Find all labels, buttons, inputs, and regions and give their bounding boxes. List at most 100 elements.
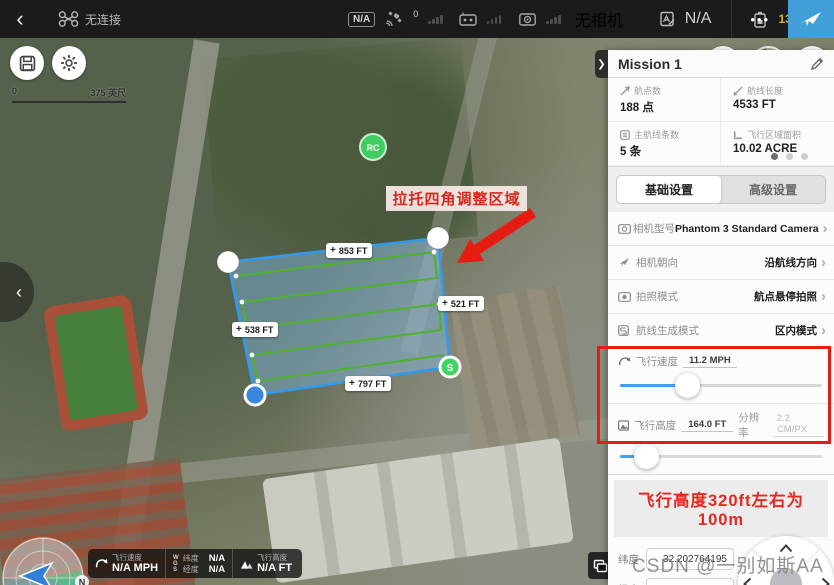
camera-icon xyxy=(519,13,536,26)
cross-icon: + xyxy=(236,324,242,335)
settings-rows: 相机型号 Phantom 3 Standard Camera › 相机朝向 沿航… xyxy=(608,212,834,585)
nudge-dpad xyxy=(738,536,834,585)
speed-value-field[interactable]: 11.2 MPH xyxy=(683,355,737,368)
resolution-value: 2.2 CM/PX xyxy=(773,413,824,437)
stat-route-length: 航线长度 4533 FT xyxy=(721,78,834,122)
annotation-drag-corners: 拉托四角调整区域 xyxy=(386,186,527,211)
altitude-slider-thumb[interactable] xyxy=(634,444,659,469)
app-window: S RC + 853 FT + 521 FT + 538 FT + 797 FT… xyxy=(0,0,834,585)
chevron-left-icon xyxy=(743,577,752,585)
satellite-icon xyxy=(385,11,403,27)
connection-status-label: 无连接 xyxy=(85,11,121,28)
annotation-arrow xyxy=(457,208,536,263)
remote-controller-icon xyxy=(459,12,477,26)
stats-page-dots[interactable] xyxy=(771,153,808,160)
chevron-right-icon: ❯ xyxy=(597,59,605,70)
aircraft-connection: 无连接 xyxy=(58,10,121,28)
svg-text:N: N xyxy=(79,578,86,585)
camera-signal-bars xyxy=(546,14,561,24)
nudge-up-button[interactable] xyxy=(779,540,793,558)
edge-length-right: + 521 FT xyxy=(438,296,484,311)
airplane-icon xyxy=(799,9,823,29)
more-menu-button[interactable]: ••• xyxy=(731,0,788,38)
gps-count: 0 xyxy=(413,9,418,19)
flight-altitude-icon xyxy=(618,420,629,431)
corner-handle-top-right[interactable] xyxy=(427,227,449,249)
altitude-slider[interactable] xyxy=(620,444,822,470)
chevron-right-icon xyxy=(821,577,830,585)
route-length-icon xyxy=(733,86,743,96)
cross-icon: + xyxy=(349,378,355,389)
map-settings-button[interactable] xyxy=(52,46,86,80)
settings-tabs: 基础设置 高级设置 xyxy=(616,175,826,204)
wgs-label: WG S xyxy=(173,555,179,573)
chevron-right-icon: › xyxy=(823,220,828,237)
tab-basic-settings[interactable]: 基础设置 xyxy=(617,176,721,203)
camera-icon xyxy=(618,224,631,234)
flight-speed-icon xyxy=(618,356,631,368)
start-marker-label: S xyxy=(447,363,454,374)
back-button[interactable]: ‹ xyxy=(0,0,40,38)
longitude-label: 经度 xyxy=(618,582,646,585)
row-camera-model[interactable]: 相机型号 Phantom 3 Standard Camera › xyxy=(608,212,834,246)
edge-length-left: + 538 FT xyxy=(232,322,278,337)
photo-mode-icon xyxy=(618,292,631,302)
status-bar: ‹ 无连接 N/A 0 xyxy=(0,0,834,38)
chevron-right-icon: › xyxy=(821,322,826,339)
gear-icon xyxy=(60,54,78,72)
area-ruler-icon xyxy=(733,130,743,140)
annotation-altitude-note: 飞行高度320ft左右为100m xyxy=(614,480,828,537)
row-route-generation-mode[interactable]: 航线生成模式 区内模式 › xyxy=(608,314,834,348)
route-mode-icon xyxy=(618,325,629,336)
row-camera-heading[interactable]: 相机朝向 沿航线方向 › xyxy=(608,246,834,280)
corner-handle-bottom-left[interactable] xyxy=(245,385,265,405)
flight-speed-block: 飞行速度 11.2 MPH xyxy=(608,348,834,404)
edge-length-bottom: + 797 FT xyxy=(345,376,391,391)
save-icon xyxy=(19,55,36,72)
nudge-right-button[interactable] xyxy=(821,577,830,585)
rc-location-marker: RC xyxy=(360,134,386,160)
altitude-icon xyxy=(240,558,253,570)
scale-zero: 0 xyxy=(12,86,17,99)
telemetry-altitude: 飞行高度 N/A FT xyxy=(232,549,299,578)
chevron-right-icon: › xyxy=(821,288,826,305)
start-marker[interactable]: S xyxy=(440,357,460,377)
rc-signal-bars xyxy=(487,14,502,24)
telemetry-speed: 飞行速度 N/A MPH xyxy=(88,549,165,578)
altitude-value-field[interactable]: 164.0 FT xyxy=(681,419,733,432)
cross-icon: + xyxy=(442,298,448,309)
checklist-value: N/A xyxy=(685,10,712,28)
takeoff-button[interactable] xyxy=(788,0,834,38)
panel-collapse-button[interactable]: ❯ xyxy=(595,50,608,78)
speed-icon xyxy=(95,557,108,570)
scale-distance: 375 英尺 xyxy=(90,86,126,99)
corner-handle-top-left[interactable] xyxy=(217,251,239,273)
nudge-left-button[interactable] xyxy=(743,577,752,585)
attitude-compass: N xyxy=(0,500,100,585)
svg-text:RC: RC xyxy=(367,143,380,153)
mission-panel: ❯ Mission 1 航点数 188 点 航线长度 4533 xyxy=(608,50,834,585)
checklist-icon xyxy=(659,11,675,27)
coordinate-editor: 纬度 经度 xyxy=(608,542,834,585)
drone-icon xyxy=(58,10,79,28)
back-chevron-icon: ‹ xyxy=(16,6,23,32)
chevron-right-icon: › xyxy=(821,254,826,271)
mission-header: Mission 1 xyxy=(608,50,834,78)
save-mission-button[interactable] xyxy=(10,46,44,80)
speed-slider[interactable] xyxy=(620,373,822,399)
map-stack-icon xyxy=(593,559,608,573)
latitude-input[interactable] xyxy=(646,548,734,570)
tab-advanced-settings[interactable]: 高级设置 xyxy=(721,176,825,203)
cross-icon: + xyxy=(330,245,336,256)
row-photo-mode[interactable]: 拍照模式 航点悬停拍照 › xyxy=(608,280,834,314)
longitude-input[interactable] xyxy=(646,578,734,585)
ellipsis-icon: ••• xyxy=(750,12,770,27)
telemetry-bar: 飞行速度 N/A MPH WG S 纬度 N/A 经度 N/A xyxy=(88,549,302,578)
edit-pencil-icon[interactable] xyxy=(810,57,824,71)
flight-altitude-block: 飞行高度 164.0 FT 分辨率 2.2 CM/PX xyxy=(608,404,834,475)
speed-slider-thumb[interactable] xyxy=(675,373,700,398)
gps-signal-bars xyxy=(428,14,443,24)
stat-waypoints: 航点数 188 点 xyxy=(608,78,721,122)
latitude-label: 纬度 xyxy=(618,552,646,567)
flight-mode-badge: N/A xyxy=(348,12,375,27)
